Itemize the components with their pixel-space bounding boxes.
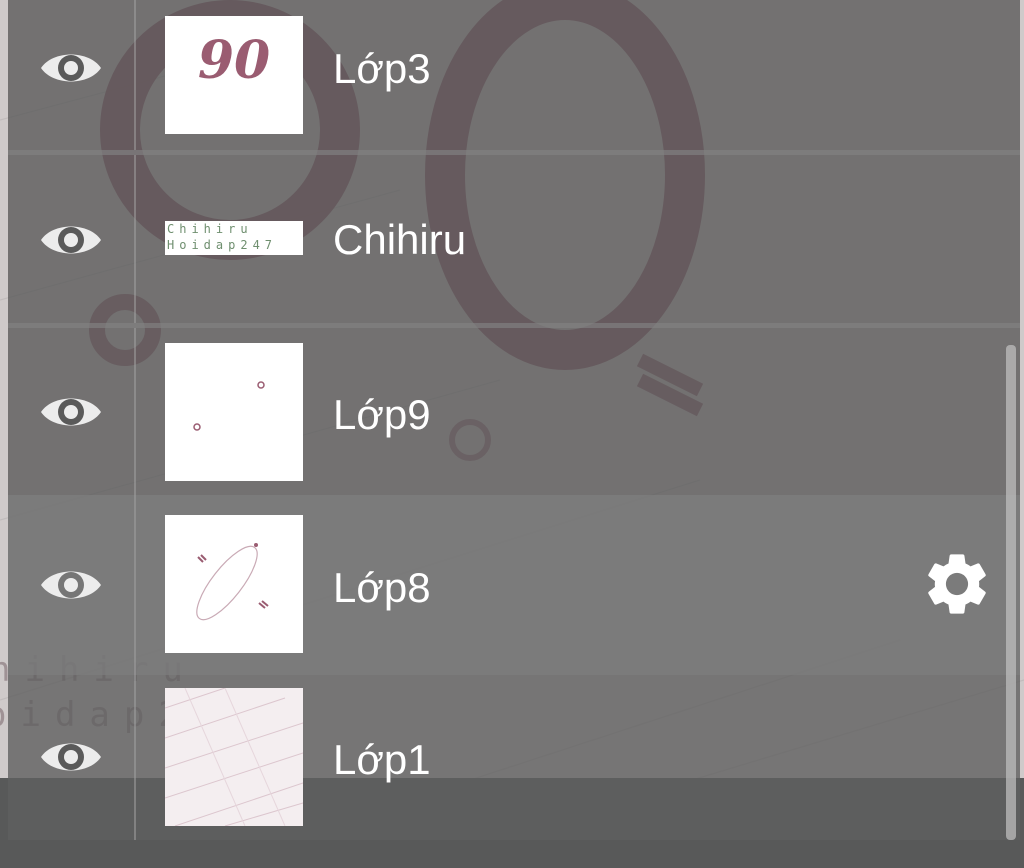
gear-icon[interactable]	[920, 547, 994, 621]
thumbnail-text-line1: Chihiru	[167, 222, 253, 236]
eye-icon[interactable]	[38, 220, 104, 260]
row-divider	[134, 0, 136, 150]
layer-name: Lớp3	[333, 45, 431, 92]
eye-icon[interactable]	[38, 737, 104, 777]
scrollbar[interactable]	[1006, 345, 1016, 840]
thumbnail-artwork	[165, 688, 303, 826]
row-divider	[134, 155, 136, 323]
row-divider	[134, 328, 136, 495]
layer-thumbnail	[165, 515, 303, 653]
thumbnail-artwork	[193, 381, 265, 431]
layer-row-lop8[interactable]: Lớp8	[8, 495, 1020, 675]
row-divider	[134, 675, 136, 840]
layer-name: Lớp1	[333, 736, 431, 783]
layer-thumbnail: Chihiru Hoidap247	[165, 221, 303, 255]
layer-thumbnail: 90	[165, 16, 303, 134]
eye-icon[interactable]	[38, 565, 104, 605]
layer-name: Lớp9	[333, 391, 431, 438]
layer-row-chihiru[interactable]: Chihiru Hoidap247 Chihiru	[8, 155, 1020, 328]
layer-thumbnail	[165, 688, 303, 826]
row-divider	[134, 495, 136, 675]
eye-icon[interactable]	[38, 392, 104, 432]
layers-panel: 90 Lớp3 Chihiru Hoidap247 Chihiru Lớp9 L…	[8, 0, 1020, 868]
layer-row-lop9[interactable]: Lớp9	[8, 328, 1020, 495]
layer-name: Lớp8	[333, 564, 431, 611]
thumbnail-text: 90	[197, 30, 271, 91]
layer-row-lop1[interactable]: Lớp1	[8, 675, 1020, 840]
layer-name: Chihiru	[333, 216, 467, 263]
layer-thumbnail	[165, 343, 303, 481]
layer-row-lop3[interactable]: 90 Lớp3	[8, 0, 1020, 155]
eye-icon[interactable]	[38, 48, 104, 88]
thumbnail-artwork	[196, 543, 269, 621]
thumbnail-text-line2: Hoidap247	[167, 238, 278, 252]
